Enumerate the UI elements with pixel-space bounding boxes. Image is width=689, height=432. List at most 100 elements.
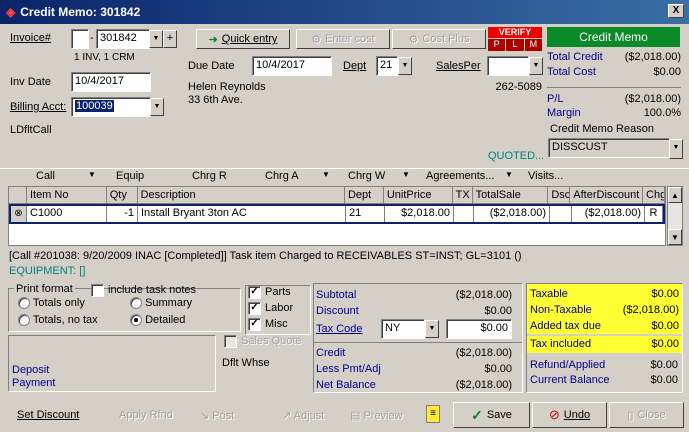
cell-afterdiscount[interactable]: ($2,018.00) (572, 206, 645, 222)
cell-unitprice[interactable]: $2,018.00 (385, 206, 454, 222)
taxcode-dropdown-button[interactable]: ▼ (425, 320, 439, 338)
due-date-field[interactable]: 10/4/2017 (252, 56, 332, 76)
scroll-up-icon[interactable]: ▲ (668, 187, 682, 203)
scroll-down-icon[interactable]: ▼ (668, 229, 682, 245)
preview-button[interactable]: ▤ Preview (350, 409, 403, 422)
cell-dsc[interactable] (550, 206, 572, 222)
totals-only-radio[interactable]: Totals only (18, 297, 85, 310)
tax-bottom: Refund/Applied $0.00 Current Balance $0.00 (530, 358, 678, 388)
radio-icon (18, 297, 30, 310)
reason-field[interactable]: DISSCUST (548, 138, 670, 158)
verify-m-button[interactable]: M (524, 39, 542, 51)
cell-description[interactable]: Install Bryant 3ton AC (138, 206, 346, 222)
col-dept[interactable]: Dept (344, 187, 384, 204)
verify-buttons: P L M (488, 39, 542, 51)
cell-qty[interactable]: -1 (107, 206, 138, 222)
billing-acct-field[interactable]: 100039 (71, 97, 151, 117)
sales-quote-checkbox[interactable] (224, 335, 237, 348)
parts-label: Parts (265, 286, 291, 298)
close-button[interactable]: ▯ Close (609, 402, 684, 428)
invoice-prefix-field[interactable] (71, 29, 89, 49)
cell-dept[interactable]: 21 (346, 206, 385, 222)
verify-l-button[interactable]: L (506, 39, 524, 51)
credit-label: Credit (316, 347, 346, 359)
dept-dropdown-button[interactable]: ▼ (398, 57, 412, 75)
invoice-number-field[interactable]: 301842 (96, 29, 150, 49)
summary-bottom: Credit ($2,018.00) Less Pmt/Adj $0.00 Net … (316, 345, 512, 393)
subtotal-value: ($2,018.00) (455, 289, 512, 301)
reason-dropdown-button[interactable]: ▼ (669, 139, 683, 159)
cell-item-no[interactable]: C1000 (27, 206, 107, 222)
table-scrollbar[interactable]: ▲ ▼ (667, 186, 683, 246)
invoice-dropdown-button[interactable]: ▼ (149, 30, 163, 48)
tax-included-label: Tax included (530, 338, 592, 350)
close-window-button[interactable]: X (668, 4, 684, 18)
set-discount-button[interactable]: Set Discount (17, 409, 79, 421)
menu-equip[interactable]: Equip (116, 170, 144, 182)
taxcode-field[interactable]: NY (381, 319, 425, 339)
col-chg[interactable]: Chg (643, 187, 665, 204)
sales-quote-label: Sales Quote (241, 335, 302, 347)
salesper-dropdown-button[interactable]: ▼ (529, 57, 543, 75)
inv-date-field[interactable]: 10/4/2017 (71, 72, 151, 92)
tax-included-value: $0.00 (651, 338, 679, 350)
quick-entry-button[interactable]: ➜ Quick entry (196, 29, 290, 49)
post-button[interactable]: ↘ Post (200, 409, 234, 422)
cell-totalsale[interactable]: ($2,018.00) (474, 206, 550, 222)
row-selector-icon[interactable]: ⊗ (11, 206, 27, 222)
added-tax-label: Added tax due (530, 320, 601, 332)
menu-chrg-a[interactable]: Chrg A (265, 170, 299, 182)
menu-call[interactable]: Call (36, 170, 55, 182)
menu-chrg-w[interactable]: Chrg W (348, 170, 385, 182)
dept-field[interactable]: 21 (376, 56, 398, 76)
cell-tx[interactable] (454, 206, 474, 222)
col-item-no[interactable]: Item No (26, 187, 107, 204)
radio-icon (130, 297, 142, 310)
enter-cost-button[interactable]: ⚙ Enter cost (296, 29, 390, 49)
taxcode-amount-field[interactable]: $0.00 (446, 319, 512, 339)
col-qty[interactable]: Qty (106, 187, 138, 204)
summary-radio[interactable]: Summary (130, 297, 192, 310)
col-unitprice[interactable]: UnitPrice (383, 187, 453, 204)
verify-label: VERIFY (488, 27, 542, 38)
menu-chrg-r[interactable]: Chrg R (192, 170, 227, 182)
parts-checkbox[interactable]: ✓ (248, 286, 261, 299)
cost-plus-button[interactable]: ⚙ Cost Plus (392, 29, 486, 49)
net-balance-label: Net Balance (316, 379, 376, 391)
deposit-label[interactable]: Deposit (12, 364, 49, 376)
payment-label[interactable]: Payment (12, 377, 55, 389)
include-notes-checkbox[interactable] (91, 284, 104, 297)
verify-p-button[interactable]: P (488, 39, 506, 51)
salesper-field[interactable] (487, 56, 529, 76)
col-tx[interactable]: TX (452, 187, 473, 204)
menu-bar (0, 168, 689, 185)
undo-button[interactable]: ⊘ Undo (532, 402, 607, 428)
col-afterdiscount[interactable]: AfterDiscount (570, 187, 644, 204)
add-invoice-button[interactable]: + (163, 30, 177, 48)
apply-refund-button[interactable]: Apply Rfnd (119, 409, 173, 421)
notepad-icon[interactable]: ≡ (426, 405, 440, 423)
table-row[interactable]: ⊗ C1000 -1 Install Bryant 3ton AC 21 $2,… (9, 204, 665, 224)
menu-agreements[interactable]: Agreements... (426, 170, 494, 182)
col-dsc[interactable]: Dsc (548, 187, 571, 204)
quoted-link[interactable]: QUOTED... (488, 150, 544, 162)
detailed-radio[interactable]: Detailed (130, 314, 185, 327)
adjust-button[interactable]: ↗ Adjust (282, 409, 324, 422)
totals-no-tax-radio[interactable]: Totals, no tax (18, 314, 98, 327)
col-description[interactable]: Description (137, 187, 345, 204)
equipment-link[interactable]: EQUIPMENT: [] (9, 265, 85, 277)
save-button[interactable]: ✓ Save (453, 402, 530, 428)
pl-label: P/L (547, 93, 564, 105)
cell-chg[interactable]: R (645, 206, 663, 222)
labor-checkbox[interactable]: ✓ (248, 302, 261, 315)
billing-dropdown-button[interactable]: ▼ (150, 98, 164, 116)
misc-checkbox[interactable]: ✓ (248, 318, 261, 331)
col-totalsale[interactable]: TotalSale (472, 187, 549, 204)
menu-visits[interactable]: Visits... (528, 170, 563, 182)
credit-value: ($2,018.00) (455, 347, 512, 359)
summary-divider (314, 342, 522, 343)
total-cost-label: Total Cost (547, 66, 596, 78)
chrg-a-chevron-icon: ▼ (322, 170, 330, 179)
margin-label: Margin (547, 107, 581, 119)
pl-value: ($2,018.00) (624, 93, 681, 105)
